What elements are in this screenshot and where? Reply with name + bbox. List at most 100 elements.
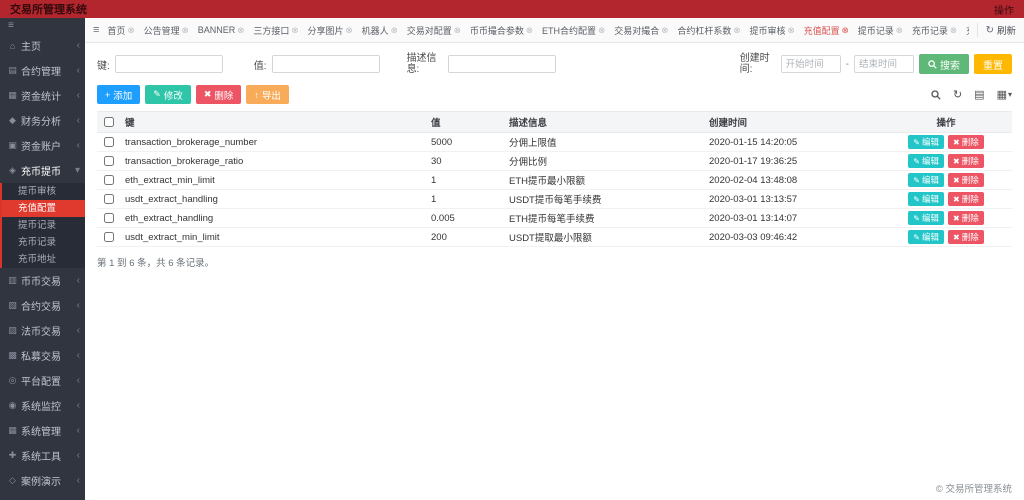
hamburger-icon[interactable]: ≡: [93, 24, 99, 36]
header-actions-menu[interactable]: 操作: [994, 2, 1014, 17]
toggle-view-icon[interactable]: ▤: [974, 88, 984, 101]
sidebar-item[interactable]: ◉ 系统监控 ‹: [0, 393, 85, 418]
sidebar-item[interactable]: ◇ 案例演示 ‹: [0, 468, 85, 493]
tab[interactable]: 交易对撮合 ⊗: [614, 24, 668, 37]
tab-close-icon[interactable]: ⊗: [182, 25, 189, 36]
tab-close-icon[interactable]: ⊗: [950, 25, 957, 36]
row-checkbox[interactable]: [104, 175, 114, 186]
column-header: 描述信息: [505, 111, 705, 134]
tab[interactable]: 充值配置 ⊗: [804, 24, 849, 37]
columns-icon[interactable]: ▦ ▾: [997, 88, 1012, 101]
tab-close-icon[interactable]: ⊗: [787, 25, 794, 36]
tab[interactable]: 充币记录 ⊗: [912, 24, 957, 37]
tab-close-icon[interactable]: ⊗: [896, 25, 903, 36]
start-time-input[interactable]: [780, 55, 841, 74]
sidebar-item[interactable]: ▤ 合约管理 ‹: [0, 58, 85, 83]
tab-close-icon[interactable]: ⊗: [391, 25, 398, 36]
tab[interactable]: 币币撮合参数 ⊗: [470, 24, 533, 37]
row-delete-button[interactable]: ✖ 删除: [948, 211, 984, 226]
row-edit-button[interactable]: ✎ 编辑: [908, 192, 944, 207]
row-checkbox[interactable]: [104, 232, 114, 243]
end-time-input[interactable]: [854, 55, 914, 74]
row-checkbox[interactable]: [104, 194, 114, 205]
row-edit-button[interactable]: ✎ 编辑: [908, 154, 944, 169]
sidebar-item[interactable]: ◆ 财务分析 ‹: [0, 108, 85, 133]
sidebar-item[interactable]: ▥ 币币交易 ‹: [0, 268, 85, 293]
search-button[interactable]: 搜索: [919, 54, 969, 75]
sidebar-item[interactable]: ▩ 私募交易 ‹: [0, 343, 85, 368]
tab[interactable]: BANNER ⊗: [198, 25, 245, 36]
tab[interactable]: 三方接口 ⊗: [253, 24, 298, 37]
sidebar-item[interactable]: ⌂ 主页 ‹: [0, 33, 85, 58]
row-delete-button[interactable]: ✖ 删除: [948, 192, 984, 207]
row-delete-button[interactable]: ✖ 删除: [948, 135, 984, 150]
table-row: transaction_brokerage_number 5000 分佣上限值 202…: [97, 132, 1012, 153]
sidebar-item[interactable]: ▧ 合约交易 ‹: [0, 293, 85, 318]
tab-close-icon[interactable]: ⊗: [842, 25, 849, 36]
contract-trade-icon: ▧: [8, 300, 17, 310]
export-button[interactable]: ↑ 导出: [246, 85, 289, 105]
tab[interactable]: 充币地址⊗: [966, 24, 969, 37]
time-separator: -: [845, 58, 849, 70]
delete-button[interactable]: ✖ 删除: [195, 85, 242, 105]
tab-close-icon[interactable]: ⊗: [733, 25, 740, 36]
sidebar-item[interactable]: ✚ 系统工具 ‹: [0, 443, 85, 468]
sidebar-item[interactable]: ◎ 平台配置 ‹: [0, 368, 85, 393]
sidebar-subitem[interactable]: 提币审核: [2, 183, 85, 200]
tab-label: 首页: [107, 25, 126, 36]
tab[interactable]: 提币审核 ⊗: [749, 24, 794, 37]
tab-close-icon[interactable]: ⊗: [291, 25, 298, 36]
tab-label: ETH合约配置: [542, 25, 597, 36]
tab-close-icon[interactable]: ⊗: [661, 25, 668, 36]
sidebar-toggle[interactable]: ≡: [0, 18, 85, 33]
refresh-icon[interactable]: ↻: [953, 88, 962, 101]
select-all-checkbox[interactable]: [104, 117, 114, 128]
row-edit-button[interactable]: ✎ 编辑: [908, 173, 944, 188]
tab-close-icon[interactable]: ⊗: [237, 25, 244, 36]
sidebar-item[interactable]: ◈ 充币提币 ▾: [0, 158, 85, 183]
sidebar-item[interactable]: ▦ 资金统计 ‹: [0, 83, 85, 108]
tab[interactable]: ETH合约配置 ⊗: [542, 24, 605, 37]
content-area: ≡ 首页 ⊗ 公告管理 ⊗ BANNER ⊗ 三方接口 ⊗ 分享图片 ⊗ 机器人 ⊗ 交易对配置 ⊗ 币币撮…: [85, 18, 1024, 500]
sidebar-item[interactable]: ▨ 法币交易 ‹: [0, 318, 85, 343]
tab[interactable]: 交易对配置 ⊗: [407, 24, 461, 37]
pencil-icon: ✎: [913, 194, 920, 204]
select-all-cell: [97, 111, 121, 134]
sidebar-subitem[interactable]: 充币记录: [2, 234, 85, 251]
sidebar-item[interactable]: ▣ 资金账户 ‹: [0, 133, 85, 158]
add-button[interactable]: + 添加: [97, 85, 141, 105]
row-checkbox[interactable]: [104, 156, 114, 167]
tab-close-icon[interactable]: ⊗: [127, 25, 134, 36]
sidebar-item[interactable]: ▦ 系统管理 ‹: [0, 418, 85, 443]
row-edit-button[interactable]: ✎ 编辑: [908, 230, 944, 245]
key-input[interactable]: [114, 55, 223, 74]
tab[interactable]: 分享图片 ⊗: [307, 24, 352, 37]
pencil-icon: ✎: [913, 232, 920, 242]
tab[interactable]: 合约杠杆系数 ⊗: [677, 24, 740, 37]
row-checkbox[interactable]: [104, 213, 114, 224]
tab[interactable]: 首页 ⊗: [107, 24, 134, 37]
tab-close-icon[interactable]: ⊗: [526, 25, 533, 36]
tab[interactable]: 提币记录 ⊗: [858, 24, 903, 37]
sidebar-subitem[interactable]: 充值配置: [2, 200, 85, 217]
row-delete-button[interactable]: ✖ 删除: [948, 230, 984, 245]
row-edit-button[interactable]: ✎ 编辑: [908, 135, 944, 150]
row-checkbox[interactable]: [104, 137, 114, 148]
sidebar-subitem[interactable]: 提币记录: [2, 217, 85, 234]
value-input[interactable]: [271, 55, 380, 74]
sidebar-subitem[interactable]: 充币地址: [2, 251, 85, 268]
tab[interactable]: 公告管理 ⊗: [144, 24, 189, 37]
row-delete-button[interactable]: ✖ 删除: [948, 154, 984, 169]
tab-close-icon[interactable]: ⊗: [598, 25, 605, 36]
tab-close-icon[interactable]: ⊗: [346, 25, 353, 36]
tab[interactable]: 机器人 ⊗: [362, 24, 398, 37]
reset-button[interactable]: 重置: [974, 54, 1012, 75]
row-edit-button[interactable]: ✎ 编辑: [908, 211, 944, 226]
edit-button-label: 修改: [163, 90, 183, 102]
refresh-button[interactable]: ↻ 刷新: [976, 23, 1016, 37]
edit-button[interactable]: ✎ 修改: [145, 85, 191, 105]
tab-close-icon[interactable]: ⊗: [454, 25, 461, 36]
desc-input[interactable]: [447, 55, 556, 74]
row-delete-button[interactable]: ✖ 删除: [948, 173, 984, 188]
search-icon[interactable]: [931, 90, 941, 100]
